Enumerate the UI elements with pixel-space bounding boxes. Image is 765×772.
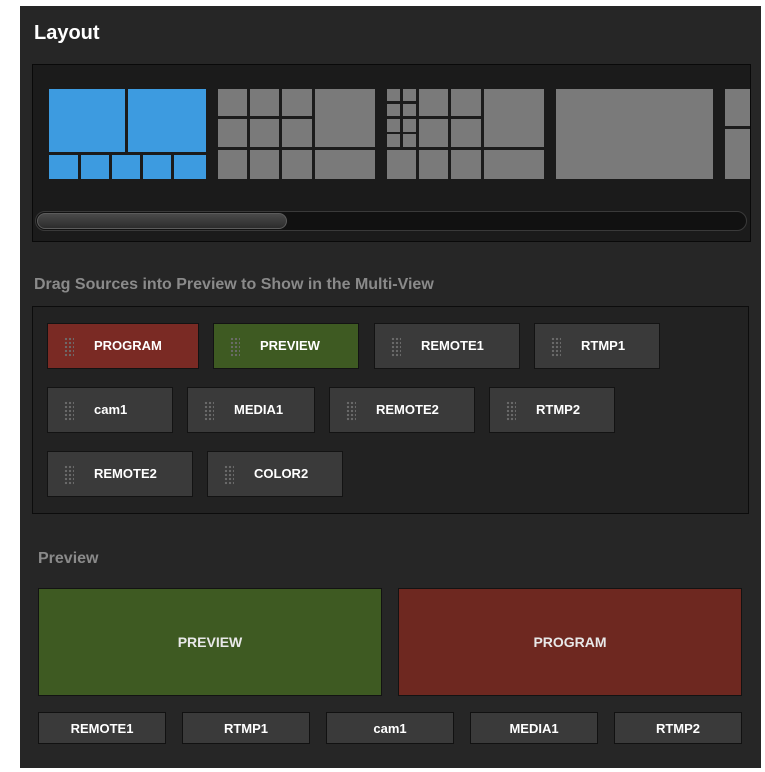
slot-label: PREVIEW <box>177 634 243 650</box>
multiview-preview: PREVIEW PROGRAM <box>38 588 744 696</box>
slot-label: REMOTE1 <box>70 720 134 736</box>
source-chip-remote2[interactable]: REMOTE2 <box>47 451 193 497</box>
slot-label: MEDIA1 <box>509 720 559 736</box>
source-chip-label: PROGRAM <box>94 338 162 353</box>
sources-heading: Drag Sources into Preview to Show in the… <box>34 276 434 293</box>
source-chip-program[interactable]: PROGRAM <box>47 323 199 369</box>
source-chip-rtmp1[interactable]: RTMP1 <box>534 323 660 369</box>
drag-handle-icon <box>346 401 356 421</box>
layout-scrollbar[interactable] <box>35 211 747 231</box>
drag-handle-icon <box>230 337 240 357</box>
slot-label: PROGRAM <box>533 634 607 650</box>
layout-scrollbar-thumb[interactable] <box>37 213 287 229</box>
source-chip-media1[interactable]: MEDIA1 <box>187 387 315 433</box>
slot-label: RTMP2 <box>655 720 701 736</box>
multiview-small-slots: REMOTE1 RTMP1 cam1 MEDIA1 RTMP2 <box>38 712 744 744</box>
source-chip-label: RTMP1 <box>581 338 626 353</box>
layout-thumb-2[interactable] <box>387 89 544 179</box>
preview-slot-small[interactable]: REMOTE1 <box>38 712 166 744</box>
drag-handle-icon <box>224 465 234 485</box>
layout-thumb-1[interactable] <box>218 89 375 179</box>
source-chip-remote1[interactable]: REMOTE1 <box>374 323 520 369</box>
drag-handle-icon <box>64 401 74 421</box>
layout-thumb-3[interactable] <box>556 89 713 179</box>
preview-slot-small[interactable]: RTMP2 <box>614 712 742 744</box>
source-chip-cam1[interactable]: cam1 <box>47 387 173 433</box>
source-chip-rtmp2[interactable]: RTMP2 <box>489 387 615 433</box>
drag-handle-icon <box>391 337 401 357</box>
source-chip-label: RTMP2 <box>536 402 581 417</box>
drag-handle-icon <box>64 337 74 357</box>
drag-handle-icon <box>204 401 214 421</box>
preview-slot-preview[interactable]: PREVIEW <box>38 588 382 696</box>
preview-heading: Preview <box>38 550 99 567</box>
multiview-panel: Layout Drag Sources into Preview to Show… <box>20 6 761 768</box>
panel-title: Layout <box>34 22 100 44</box>
source-chip-label: REMOTE1 <box>421 338 484 353</box>
sources-tray: PROGRAM PREVIEW REMOTE1 RTMP1 cam1 MEDIA… <box>32 306 749 514</box>
drag-handle-icon <box>551 337 561 357</box>
source-chip-label: PREVIEW <box>260 338 320 353</box>
preview-slot-program[interactable]: PROGRAM <box>398 588 742 696</box>
source-chip-label: MEDIA1 <box>234 402 284 417</box>
source-chip-preview[interactable]: PREVIEW <box>213 323 359 369</box>
slot-label: cam1 <box>373 720 407 736</box>
source-chip-label: cam1 <box>94 402 128 417</box>
layout-thumb-0[interactable] <box>49 89 206 179</box>
source-chip-label: REMOTE2 <box>94 466 157 481</box>
source-chip-label: COLOR2 <box>254 466 309 481</box>
source-chip-label: REMOTE2 <box>376 402 439 417</box>
source-chip-remote2[interactable]: REMOTE2 <box>329 387 475 433</box>
drag-handle-icon <box>64 465 74 485</box>
layout-selector <box>32 64 751 242</box>
drag-handle-icon <box>506 401 516 421</box>
slot-label: RTMP1 <box>223 720 269 736</box>
preview-slot-small[interactable]: RTMP1 <box>182 712 310 744</box>
layout-thumb-4[interactable] <box>725 89 750 179</box>
source-chip-color2[interactable]: COLOR2 <box>207 451 343 497</box>
preview-slot-small[interactable]: cam1 <box>326 712 454 744</box>
preview-slot-small[interactable]: MEDIA1 <box>470 712 598 744</box>
